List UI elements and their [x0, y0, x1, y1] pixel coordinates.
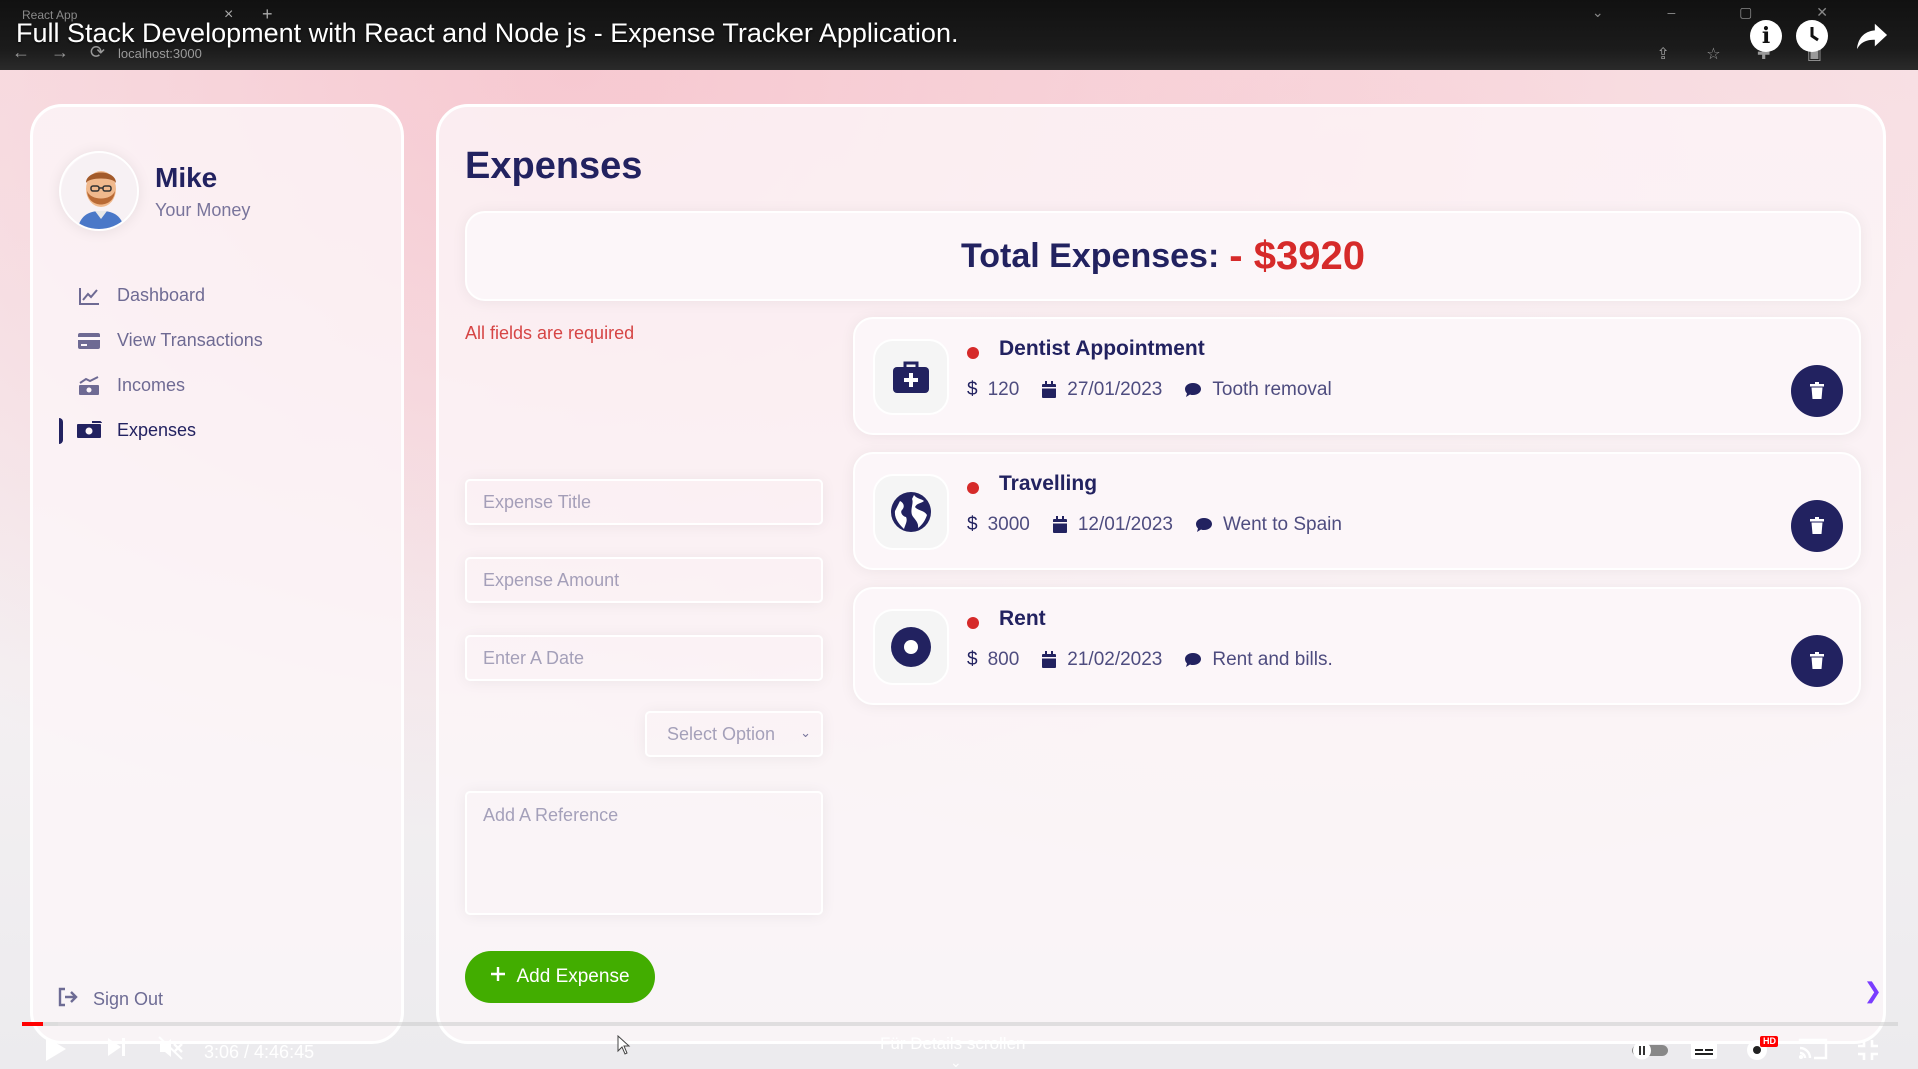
- sidebar-item-incomes[interactable]: Incomes: [59, 363, 263, 408]
- chart-line-icon: [75, 286, 103, 306]
- comment-icon: [1184, 652, 1202, 668]
- dollar-icon: $: [967, 379, 978, 400]
- sign-out-label: Sign Out: [93, 989, 164, 1009]
- list-item: Travelling $3000 12/01/2023 Went to Spai…: [853, 452, 1861, 570]
- autoplay-toggle[interactable]: [1630, 1040, 1670, 1060]
- circle-dot-icon: [873, 609, 949, 685]
- status-dot: [967, 617, 979, 629]
- expense-title: Dentist Appointment: [999, 337, 1205, 360]
- sidebar-item-label: Incomes: [117, 375, 186, 395]
- sidebar: Mike Your Money Dashboard View Transacti…: [30, 104, 404, 1044]
- sidebar-item-label: Dashboard: [117, 285, 206, 305]
- avatar: [59, 151, 139, 231]
- expense-meta: $120 27/01/2023 Tooth removal: [967, 379, 1354, 401]
- sign-out-icon: [57, 987, 79, 1012]
- delete-button[interactable]: [1791, 635, 1843, 687]
- comment-icon: [1195, 517, 1213, 533]
- trash-icon: [1810, 382, 1824, 399]
- expense-meta: $800 21/02/2023 Rent and bills.: [967, 649, 1355, 671]
- share-icon[interactable]: [1856, 20, 1888, 52]
- total-expenses-card: Total Expenses: - $3920: [465, 211, 1861, 301]
- expense-amount: 120: [987, 379, 1020, 400]
- play-icon[interactable]: [44, 1036, 68, 1062]
- main-panel: Expenses Total Expenses: - $3920 All fie…: [436, 104, 1886, 1055]
- money-bill-icon: [75, 420, 103, 441]
- video-top-overlay: React App × + ← → ⟳ localhost:3000 ⌄ – ▢…: [0, 0, 1918, 70]
- category-select[interactable]: Select Option ⌄: [645, 711, 823, 757]
- expense-date: 21/02/2023: [1067, 649, 1163, 670]
- delete-button[interactable]: [1791, 500, 1843, 552]
- chevron-right-icon[interactable]: ❯: [1864, 978, 1882, 1004]
- add-expense-button[interactable]: Add Expense: [465, 951, 655, 1003]
- expense-amount-input[interactable]: [465, 557, 823, 603]
- status-dot: [967, 347, 979, 359]
- credit-card-icon: [75, 332, 103, 350]
- dollar-icon: $: [967, 649, 978, 670]
- exit-fullscreen-icon[interactable]: [1856, 1038, 1880, 1062]
- plus-icon: [490, 966, 506, 988]
- chevron-down-icon[interactable]: ⌄: [950, 1054, 962, 1069]
- delete-button[interactable]: [1791, 365, 1843, 417]
- sidebar-menu: Dashboard View Transactions Incomes Expe…: [59, 273, 263, 453]
- expense-title-input[interactable]: [465, 479, 823, 525]
- status-dot: [967, 482, 979, 494]
- money-trend-icon: [75, 375, 103, 396]
- sidebar-item-view-transactions[interactable]: View Transactions: [59, 318, 263, 363]
- expense-form: All fields are required Select Option ⌄ …: [465, 317, 823, 1055]
- sidebar-item-expenses[interactable]: Expenses: [59, 408, 263, 453]
- list-item: Rent $800 21/02/2023 Rent and bills.: [853, 587, 1861, 705]
- cast-icon[interactable]: [1798, 1038, 1828, 1060]
- mute-icon[interactable]: [158, 1036, 184, 1060]
- sidebar-item-dashboard[interactable]: Dashboard: [59, 273, 263, 318]
- reference-textarea[interactable]: [465, 791, 823, 915]
- expense-description: Rent and bills.: [1212, 649, 1333, 670]
- expense-meta: $3000 12/01/2023 Went to Spain: [967, 514, 1364, 536]
- user-name: Mike: [155, 161, 218, 193]
- sidebar-item-label: Expenses: [117, 420, 197, 440]
- expense-description: Tooth removal: [1212, 379, 1332, 400]
- dollar-icon: $: [967, 514, 978, 535]
- category-select-value: Select Option: [667, 723, 776, 744]
- video-time: 3:06 / 4:46:45: [204, 1042, 315, 1062]
- video-controls: 3:06 / 4:46:45 Für Details scrollen ⌄ HD: [0, 1026, 1918, 1069]
- hd-badge: HD: [1763, 1036, 1776, 1046]
- expense-title: Rent: [999, 607, 1046, 630]
- chevron-down-icon: ⌄: [800, 725, 811, 740]
- expense-date: 12/01/2023: [1077, 514, 1173, 535]
- expense-date-input[interactable]: [465, 635, 823, 681]
- user-subtitle: Your Money: [155, 199, 251, 220]
- expense-title: Travelling: [999, 472, 1098, 495]
- sidebar-item-label: View Transactions: [117, 330, 263, 350]
- calendar-icon: [1041, 651, 1057, 669]
- user-profile: Mike Your Money: [59, 151, 250, 231]
- calendar-icon: [1041, 381, 1057, 399]
- next-icon[interactable]: [106, 1036, 128, 1058]
- watch-later-icon[interactable]: [1796, 20, 1828, 52]
- sign-out-button[interactable]: Sign Out: [57, 987, 163, 1012]
- globe-icon: [873, 474, 949, 550]
- expense-date: 27/01/2023: [1067, 379, 1163, 400]
- form-error-message: All fields are required: [465, 323, 635, 343]
- list-item: Dentist Appointment $120 27/01/2023 Toot…: [853, 317, 1861, 435]
- expense-description: Went to Spain: [1222, 514, 1342, 535]
- scroll-hint[interactable]: Für Details scrollen: [880, 1034, 1026, 1054]
- comment-icon: [1184, 382, 1202, 398]
- calendar-icon: [1052, 516, 1068, 534]
- subtitles-icon[interactable]: [1690, 1040, 1718, 1060]
- total-amount: - $3920: [1229, 233, 1365, 278]
- add-expense-label: Add Expense: [516, 966, 630, 987]
- video-title[interactable]: Full Stack Development with React and No…: [16, 18, 958, 49]
- page-title: Expenses: [465, 145, 643, 187]
- trash-icon: [1810, 517, 1824, 534]
- expense-amount: 800: [987, 649, 1020, 670]
- expense-amount: 3000: [987, 514, 1030, 535]
- trash-icon: [1810, 652, 1824, 669]
- medical-kit-icon: [873, 339, 949, 415]
- info-icon[interactable]: i: [1750, 20, 1782, 52]
- window-controls[interactable]: ⌄ – ▢ ✕: [1592, 4, 1858, 21]
- total-label: Total Expenses:: [961, 236, 1220, 275]
- settings-gear-icon[interactable]: HD: [1744, 1036, 1780, 1062]
